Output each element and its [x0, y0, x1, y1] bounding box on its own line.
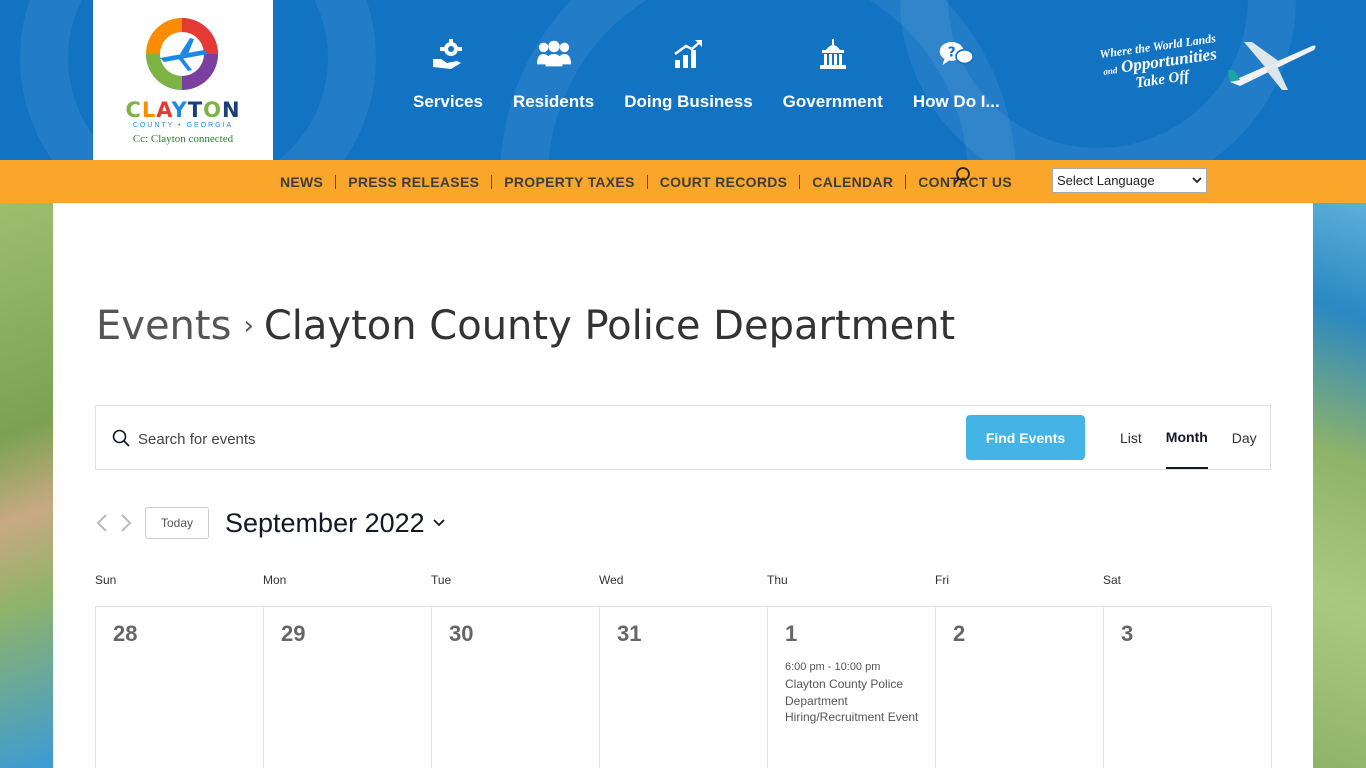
site-header: CLAYTON COUNTY • GEORGIA Cc: Clayton con… — [0, 0, 1366, 160]
subnav-property-taxes[interactable]: PROPERTY TAXES — [492, 174, 648, 189]
month-title: September 2022 — [225, 507, 425, 538]
chart-growth-icon — [670, 36, 706, 72]
background-aerial-right — [1313, 203, 1366, 768]
today-button[interactable]: Today — [145, 507, 209, 539]
nav-doing-business[interactable]: Doing Business — [609, 36, 767, 112]
event-title-link[interactable]: Clayton County Police Department Hiring/… — [785, 676, 930, 726]
breadcrumb: Events › Clayton County Police Departmen… — [96, 303, 955, 349]
secondary-links: NEWS PRESS RELEASES PROPERTY TAXES COURT… — [268, 160, 1024, 203]
background-aerial-left — [0, 203, 53, 768]
view-day-tab[interactable]: Day — [1232, 406, 1257, 469]
find-events-button[interactable]: Find Events — [966, 415, 1085, 460]
day-number: 1 — [785, 621, 798, 646]
main-navigation: Services Residents Doing Business Govern… — [398, 36, 1015, 112]
question-bubble-icon: ? — [938, 36, 975, 72]
weekday-label: Sat — [1103, 573, 1122, 587]
weekday-header: Sun Mon Tue Wed Thu Fri Sat — [95, 573, 1271, 593]
people-icon — [536, 36, 572, 72]
subnav-court-records[interactable]: COURT RECORDS — [648, 174, 801, 189]
logo-tagline: Cc: Clayton connected — [132, 133, 234, 145]
calendar-day-cell[interactable]: 29 — [264, 607, 432, 768]
next-month-icon[interactable] — [119, 513, 133, 533]
language-select-value: Select Language — [1057, 173, 1155, 188]
weekday-label: Fri — [935, 573, 949, 587]
language-select[interactable]: Select Language — [1052, 168, 1207, 193]
clayton-county-logo[interactable]: CLAYTON COUNTY • GEORGIA Cc: Clayton con… — [93, 0, 273, 160]
chevron-down-icon — [1192, 177, 1202, 184]
chevron-down-icon — [433, 519, 445, 527]
nav-government[interactable]: Government — [768, 36, 898, 112]
nav-doing-business-label: Doing Business — [624, 92, 753, 111]
search-icon[interactable] — [952, 166, 972, 186]
breadcrumb-events-link[interactable]: Events — [96, 303, 231, 349]
view-month-tab[interactable]: Month — [1165, 406, 1208, 469]
day-number: 31 — [617, 621, 642, 646]
calendar-day-cell[interactable]: 3 — [1104, 607, 1272, 768]
calendar-grid: 28 29 30 31 1 6:00 pm - 10:00 pm Clayton… — [95, 606, 1272, 768]
calendar-day-cell[interactable]: 1 6:00 pm - 10:00 pm Clayton County Poli… — [768, 607, 936, 768]
main-content: Events › Clayton County Police Departmen… — [53, 203, 1313, 768]
subnav-news[interactable]: NEWS — [268, 174, 337, 189]
svg-text:?: ? — [948, 45, 956, 61]
nav-residents-label: Residents — [512, 92, 595, 111]
search-icon — [112, 429, 130, 447]
weekday-label: Tue — [431, 573, 452, 587]
month-picker[interactable]: September 2022 — [225, 508, 445, 539]
weekday-label: Thu — [767, 573, 788, 587]
capitol-building-icon — [815, 36, 851, 72]
logo-wordmark: CLAYTON — [125, 98, 241, 122]
view-selector: List Month Day — [1108, 406, 1269, 469]
weekday-label: Sun — [95, 573, 117, 587]
weekday-label: Mon — [263, 573, 287, 587]
calendar-day-cell[interactable]: 28 — [96, 607, 264, 768]
events-bar: Find Events List Month Day — [95, 405, 1271, 470]
calendar-day-cell[interactable]: 2 — [936, 607, 1104, 768]
day-number: 29 — [281, 621, 306, 646]
event-time: 6:00 pm - 10:00 pm — [785, 661, 881, 673]
day-number: 3 — [1121, 621, 1134, 646]
weekday-label: Wed — [599, 573, 624, 587]
nav-residents[interactable]: Residents — [498, 36, 609, 112]
chevron-right-icon: › — [243, 311, 254, 341]
airplane-icon — [1228, 42, 1316, 90]
events-search-input[interactable] — [136, 420, 700, 458]
calendar-day-cell[interactable]: 31 — [600, 607, 768, 768]
nav-services-label: Services — [413, 92, 483, 111]
day-number: 30 — [449, 621, 474, 646]
subnav-press-releases[interactable]: PRESS RELEASES — [336, 174, 493, 189]
globe-plane-icon — [146, 18, 218, 90]
nav-how-do-i[interactable]: ? How Do I... — [898, 36, 1015, 112]
subnav-calendar[interactable]: CALENDAR — [800, 174, 907, 189]
nav-how-do-i-label: How Do I... — [912, 92, 1000, 111]
previous-month-icon[interactable] — [95, 513, 109, 533]
view-list-tab[interactable]: List — [1120, 406, 1142, 469]
nav-government-label: Government — [782, 92, 883, 111]
nav-services[interactable]: Services — [398, 36, 498, 112]
day-number: 2 — [953, 621, 966, 646]
calendar-day-cell[interactable]: 30 — [432, 607, 600, 768]
day-number: 28 — [113, 621, 138, 646]
page-title: Clayton County Police Department — [263, 303, 956, 349]
hand-gear-icon — [430, 36, 466, 72]
logo-subtitle: COUNTY • GEORGIA — [132, 122, 234, 129]
calendar-navigation: Today September 2022 — [95, 506, 445, 540]
